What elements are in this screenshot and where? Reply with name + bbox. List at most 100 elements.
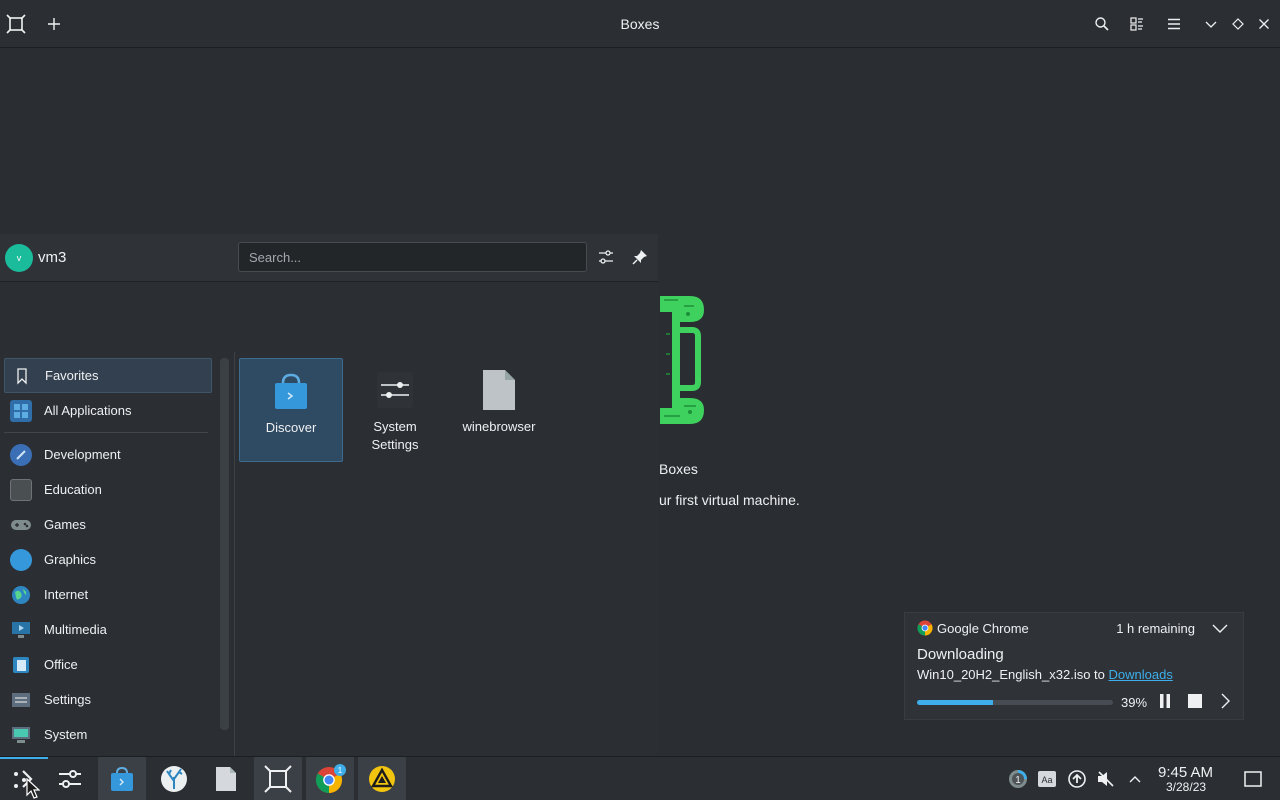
category-label: Multimedia (44, 622, 107, 637)
downloads-link[interactable]: Downloads (1109, 667, 1173, 682)
download-progress-fill (917, 700, 994, 705)
category-education[interactable]: Education (4, 472, 212, 507)
category-favorites[interactable]: Favorites (4, 358, 212, 393)
show-desktop-icon[interactable] (1243, 769, 1263, 789)
notification-title: Downloading (917, 646, 1004, 663)
stop-icon[interactable] (1185, 691, 1205, 711)
application-launcher: v vm3 Favorites All Applications (0, 234, 658, 756)
category-label: System (44, 727, 88, 742)
category-separator (4, 432, 208, 433)
app-winebrowser[interactable]: winebrowser (447, 358, 551, 462)
taskbar-discover-icon[interactable] (98, 757, 146, 800)
download-progress-bar (917, 700, 1113, 705)
category-label: Office (44, 657, 78, 672)
configure-icon[interactable] (594, 245, 618, 269)
maximize-icon[interactable] (1226, 12, 1250, 36)
app-discover[interactable]: Discover (239, 358, 343, 462)
boxes-logo (658, 294, 708, 426)
taskbar-warning-app-icon[interactable] (358, 757, 406, 800)
chrome-badge: 1 (338, 766, 343, 775)
category-multimedia[interactable]: Multimedia (4, 612, 212, 647)
minimize-icon[interactable] (1199, 12, 1223, 36)
category-label: Settings (44, 692, 91, 707)
keyboard-layout-icon[interactable]: Aa (1037, 769, 1057, 789)
education-icon (10, 478, 32, 501)
app-label: System Settings (371, 419, 419, 452)
time-remaining: 1 h remaining (1116, 621, 1195, 636)
development-icon (10, 443, 32, 466)
update-icon[interactable] (1067, 769, 1087, 789)
category-graphics[interactable]: Graphics (4, 542, 212, 577)
category-internet[interactable]: Internet (4, 577, 212, 612)
application-launcher-button[interactable] (0, 757, 48, 800)
app-label: winebrowser (462, 419, 536, 434)
empty-state-title: Boxes (659, 461, 698, 477)
graphics-icon (10, 548, 32, 571)
category-settings[interactable]: Settings (4, 682, 212, 717)
sliders-icon (373, 368, 417, 412)
chevron-right-icon[interactable] (1215, 691, 1235, 711)
clock-time[interactable]: 9:45 AM (1158, 764, 1213, 781)
pane-divider (234, 352, 235, 756)
category-label: Education (44, 482, 102, 497)
app-system-settings[interactable]: System Settings (343, 358, 447, 462)
category-office[interactable]: Office (4, 647, 212, 682)
grid-icon (10, 399, 32, 422)
taskbar-coral-app-icon[interactable] (150, 757, 198, 800)
search-input[interactable] (238, 242, 587, 272)
chrome-icon (917, 620, 933, 636)
tray-badge: 1 (1015, 775, 1021, 786)
taskbar-boxes-icon[interactable] (254, 757, 302, 800)
category-system[interactable]: System (4, 717, 212, 752)
download-notification: Google Chrome 1 h remaining Downloading … (904, 612, 1244, 720)
category-list: Favorites All Applications Development E… (4, 358, 212, 752)
mouse-cursor-icon (26, 777, 41, 800)
file-icon (477, 368, 521, 412)
volume-muted-icon[interactable] (1096, 769, 1116, 789)
globe-icon (10, 584, 32, 606)
keyboard-layout-text: Aa (1041, 775, 1052, 785)
category-label: Games (44, 517, 86, 532)
chevron-down-icon[interactable] (1211, 619, 1231, 639)
taskbar: 1 1 Aa (0, 756, 1280, 800)
app-label: Discover (265, 420, 317, 435)
title-bar: Boxes (0, 0, 1280, 48)
window-title: Boxes (620, 16, 660, 32)
pause-icon[interactable] (1155, 691, 1175, 711)
shopping-bag-icon (269, 369, 313, 413)
username: vm3 (38, 249, 67, 266)
category-label: Internet (44, 587, 89, 602)
launcher-header: v vm3 (0, 234, 658, 282)
taskbar-system-settings-icon[interactable] (46, 757, 94, 800)
taskbar-file-icon[interactable] (202, 757, 250, 800)
office-icon (10, 654, 32, 676)
category-scrollbar[interactable] (220, 358, 229, 730)
notification-body: Win10_20H2_English_x32.iso to Downloads (917, 667, 1173, 682)
notification-app-name: Google Chrome (937, 621, 1029, 636)
category-all-applications[interactable]: All Applications (4, 393, 212, 428)
avatar[interactable]: v (5, 244, 33, 272)
download-filename: Win10_20H2_English_x32.iso to (917, 667, 1109, 682)
download-progress-label: 39% (1121, 695, 1148, 710)
category-label: All Applications (44, 403, 132, 418)
pin-icon[interactable] (628, 245, 652, 269)
system-icon (10, 724, 32, 746)
multimedia-icon (10, 619, 32, 641)
notification-count-icon[interactable]: 1 (1008, 769, 1028, 789)
settings-icon (10, 689, 32, 711)
category-label: Development (44, 447, 121, 462)
category-label: Favorites (45, 368, 99, 383)
chevron-up-icon[interactable] (1125, 769, 1145, 789)
gamepad-icon (10, 514, 32, 536)
search-icon[interactable] (1090, 12, 1114, 36)
clock-date[interactable]: 3/28/23 (1166, 780, 1206, 794)
category-games[interactable]: Games (4, 507, 212, 542)
hamburger-menu-icon[interactable] (1162, 12, 1186, 36)
close-icon[interactable] (1252, 12, 1276, 36)
bookmark-icon (11, 365, 33, 387)
empty-state-subtitle: ur first virtual machine. (659, 492, 800, 508)
taskbar-chrome-icon[interactable]: 1 (306, 757, 354, 800)
view-toggle-icon[interactable] (1125, 12, 1149, 36)
category-label: Graphics (44, 552, 97, 567)
category-development[interactable]: Development (4, 437, 212, 472)
